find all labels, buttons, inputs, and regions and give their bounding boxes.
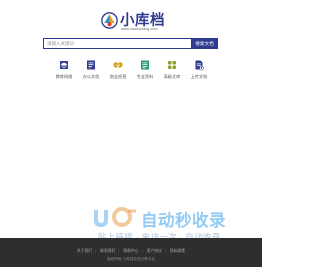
footer-links: 关于我们 | 联系我们 | 帮助中心 | 用户协议 | 隐私政策 bbox=[76, 249, 186, 253]
category-label: 办公文档 bbox=[82, 74, 100, 79]
footer-link-help[interactable]: 帮助中心 bbox=[123, 249, 138, 253]
professional-document-icon bbox=[141, 60, 149, 70]
graduation-cap-icon bbox=[60, 61, 68, 69]
category-label: 上传文档 bbox=[190, 74, 208, 79]
grid-icon bbox=[168, 61, 176, 69]
category-upload[interactable]: 上传文档 bbox=[187, 59, 211, 83]
category-education[interactable]: 教育网络 bbox=[52, 59, 76, 83]
category-label: 商业经营 bbox=[109, 74, 127, 79]
search-button[interactable]: 搜索文档 bbox=[191, 38, 218, 49]
office-document-icon bbox=[87, 60, 95, 70]
search-box bbox=[43, 38, 191, 49]
category-label: 高级文库 bbox=[163, 74, 181, 79]
search-input[interactable] bbox=[47, 39, 187, 48]
site-logo[interactable]: 小库档 www.xiaokudang.com bbox=[101, 11, 181, 35]
footer-link-privacy[interactable]: 隐私政策 bbox=[170, 249, 185, 253]
footer: 关于我们 | 联系我们 | 帮助中心 | 用户协议 | 隐私政策 版权所有 小库档文档分… bbox=[0, 238, 262, 267]
watermark-title: 自动秒收录 bbox=[141, 211, 226, 230]
category-business[interactable]: 商业经营 bbox=[106, 59, 130, 83]
category-label: 专业资料 bbox=[136, 74, 154, 79]
footer-link-terms[interactable]: 用户协议 bbox=[147, 249, 162, 253]
category-professional[interactable]: 专业资料 bbox=[133, 59, 157, 83]
footer-link-contact[interactable]: 联系我们 bbox=[100, 249, 115, 253]
category-premium[interactable]: 高级文库 bbox=[160, 59, 184, 83]
category-office[interactable]: 办公文档 bbox=[79, 59, 103, 83]
footer-link-about[interactable]: 关于我们 bbox=[77, 249, 92, 253]
logo-url: www.xiaokudang.com bbox=[121, 27, 158, 31]
logo-mark-icon bbox=[101, 12, 118, 29]
watermark-logo-icon bbox=[94, 207, 136, 228]
handshake-icon bbox=[113, 62, 123, 68]
category-label: 教育网络 bbox=[55, 74, 73, 79]
footer-copyright: 版权所有 小库档文档分享平台 bbox=[107, 257, 155, 261]
upload-document-icon bbox=[195, 60, 204, 71]
